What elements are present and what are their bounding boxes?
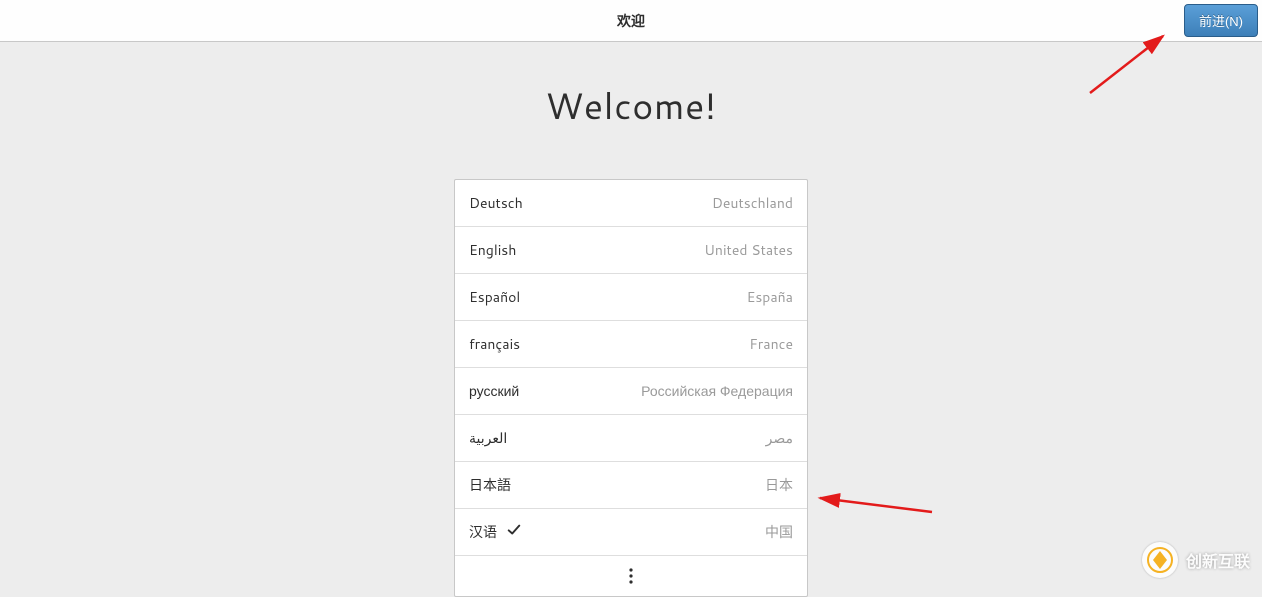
language-row-japanese[interactable]: 日本語 日本	[455, 462, 807, 509]
more-languages-button[interactable]	[455, 556, 807, 596]
check-icon	[507, 522, 521, 542]
language-region: Deutschland	[712, 193, 793, 213]
language-region: 日本	[765, 475, 793, 495]
language-row-espanol[interactable]: Español España	[455, 274, 807, 321]
language-name: English	[469, 240, 516, 260]
language-name: Español	[469, 287, 520, 307]
language-row-english[interactable]: English United States	[455, 227, 807, 274]
language-region: España	[747, 287, 793, 307]
language-row-arabic[interactable]: العربية مصر	[455, 415, 807, 462]
language-row-deutsch[interactable]: Deutsch Deutschland	[455, 180, 807, 227]
language-name: français	[469, 334, 520, 354]
language-row-francais[interactable]: français France	[455, 321, 807, 368]
next-button[interactable]: 前进(N)	[1184, 4, 1258, 37]
language-region: Российская Федерация	[641, 381, 793, 401]
language-row-chinese[interactable]: 汉语 中国	[455, 509, 807, 556]
language-name: 汉语	[469, 522, 497, 542]
language-region: France	[749, 334, 793, 354]
language-region: 中国	[765, 522, 793, 542]
watermark-text: 创新互联	[1186, 548, 1250, 573]
header-title: 欢迎	[617, 11, 645, 31]
language-name: русский	[469, 381, 519, 401]
language-region: United States	[704, 240, 793, 260]
language-list: Deutsch Deutschland English United State…	[454, 179, 808, 597]
language-row-russian[interactable]: русский Российская Федерация	[455, 368, 807, 415]
header-bar: 欢迎 前进(N)	[0, 0, 1262, 42]
language-name: Deutsch	[469, 193, 523, 213]
content-area: Welcome! Deutsch Deutschland English Uni…	[0, 42, 1262, 597]
more-icon	[620, 568, 643, 584]
language-name: العربية	[469, 428, 507, 448]
language-region: مصر	[766, 428, 793, 448]
welcome-heading: Welcome!	[0, 80, 1262, 131]
language-name: 日本語	[469, 475, 511, 495]
watermark: 创新互联	[1142, 542, 1250, 578]
watermark-logo-icon	[1142, 542, 1178, 578]
